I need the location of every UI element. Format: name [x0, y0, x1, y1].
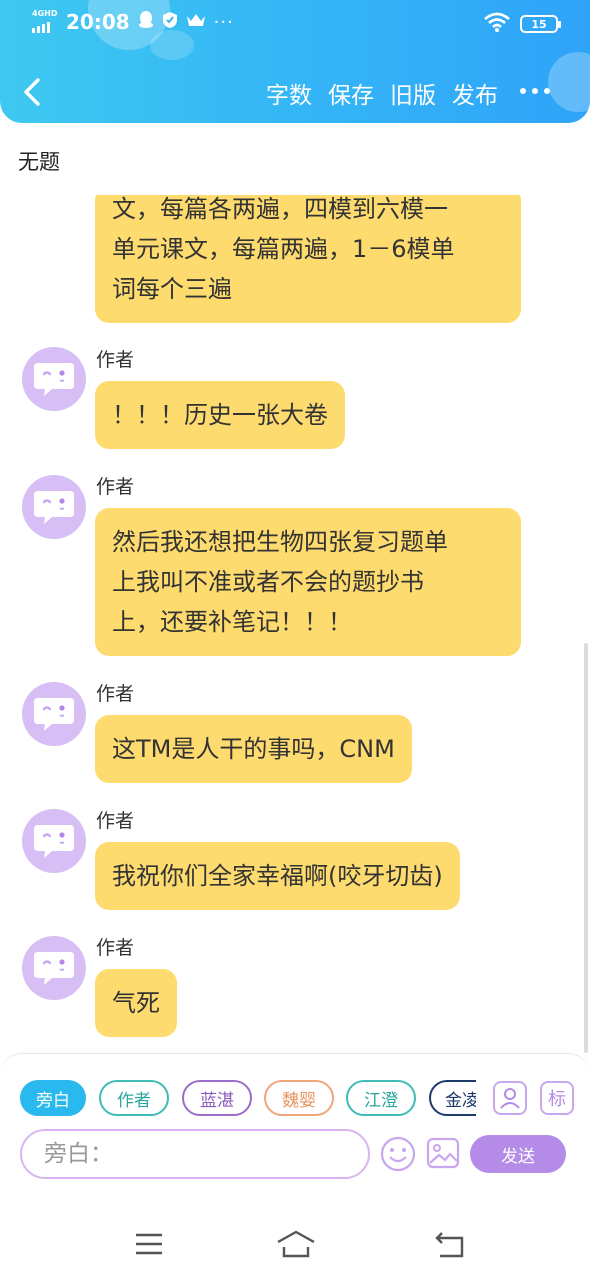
message-bubble[interactable]: 我祝你们全家幸福啊(咬牙切齿)	[95, 842, 460, 910]
save-button[interactable]: 保存	[328, 76, 374, 110]
send-button[interactable]: 发送	[470, 1135, 566, 1173]
author-avatar[interactable]	[22, 475, 86, 539]
character-selector: 旁白 作者 蓝湛 魏婴 江澄 金凌	[20, 1080, 476, 1120]
chat-face-icon	[34, 952, 74, 985]
signal-icon: 4GHD	[32, 9, 58, 33]
image-icon	[426, 1137, 460, 1169]
character-chip-jin-ling[interactable]: 金凌	[429, 1080, 476, 1116]
author-name: 作者	[96, 476, 135, 498]
more-notifications-icon: ···	[213, 11, 234, 33]
character-chip-narrator[interactable]: 旁白	[20, 1080, 86, 1116]
chat-face-icon	[34, 363, 74, 396]
chat-face-icon	[34, 491, 74, 524]
wifi-icon	[484, 12, 510, 36]
word-count-button[interactable]: 字数	[266, 76, 312, 110]
shield-icon	[162, 11, 178, 34]
editor-page: 4GHD 20:08 ··· 15 字数 保存 旧版 发布 无题 文，每篇各两遍…	[0, 0, 590, 1280]
status-time: 20:08	[66, 10, 130, 34]
author-avatar[interactable]	[22, 809, 86, 873]
author-avatar[interactable]	[22, 682, 86, 746]
qq-icon	[138, 10, 154, 34]
message-input-box[interactable]	[20, 1129, 370, 1179]
message-bubble[interactable]: 气死	[95, 969, 177, 1037]
composer-panel: 旁白 作者 蓝湛 魏婴 江澄 金凌 标 发送	[0, 1053, 590, 1213]
nav-bar: 字数 保存 旧版 发布	[0, 62, 590, 122]
smiley-icon	[380, 1136, 416, 1172]
character-chip-author[interactable]: 作者	[99, 1080, 169, 1116]
document-title[interactable]: 无题	[18, 146, 60, 176]
author-avatar[interactable]	[22, 936, 86, 1000]
emoji-button[interactable]	[380, 1136, 416, 1172]
message-bubble[interactable]: 这TM是人干的事吗，CNM	[95, 715, 412, 783]
character-manage-button[interactable]	[493, 1081, 527, 1115]
system-nav-bar	[0, 1213, 590, 1280]
scrollbar[interactable]	[584, 643, 588, 1053]
tag-button[interactable]: 标	[540, 1081, 574, 1115]
back-nav-icon[interactable]	[434, 1229, 466, 1263]
battery-icon: 15	[520, 15, 561, 33]
person-icon	[500, 1088, 520, 1109]
message-bubble[interactable]: 然后我还想把生物四张复习题单 上我叫不准或者不会的题抄书 上，还要补笔记！！！	[95, 508, 521, 656]
message-bubble[interactable]: 文，每篇各两遍，四模到六模一 单元课文，每篇两遍，1－6模单 词每个三遍	[95, 195, 521, 323]
character-chip-wei-ying[interactable]: 魏婴	[264, 1080, 334, 1116]
image-button[interactable]	[426, 1136, 460, 1170]
chat-face-icon	[34, 825, 74, 858]
more-options-button[interactable]	[520, 88, 550, 94]
author-name: 作者	[96, 937, 135, 959]
crown-icon	[186, 12, 206, 33]
menu-icon[interactable]	[134, 1231, 164, 1261]
character-chip-lan-zhan[interactable]: 蓝湛	[182, 1080, 252, 1116]
publish-button[interactable]: 发布	[452, 76, 498, 110]
message-input[interactable]	[44, 1139, 344, 1169]
chat-list[interactable]: 文，每篇各两遍，四模到六模一 单元课文，每篇两遍，1－6模单 词每个三遍 作者 …	[0, 195, 590, 1053]
app-header: 4GHD 20:08 ··· 15 字数 保存 旧版 发布	[0, 0, 590, 123]
status-bar: 4GHD 20:08 ··· 15	[0, 0, 590, 46]
old-version-button[interactable]: 旧版	[390, 76, 436, 110]
character-chip-jiang-cheng[interactable]: 江澄	[346, 1080, 416, 1116]
message-bubble[interactable]: ！！！历史一张大卷	[95, 381, 345, 449]
home-icon[interactable]	[276, 1229, 316, 1263]
author-name: 作者	[96, 683, 135, 705]
chat-face-icon	[34, 698, 74, 731]
author-name: 作者	[96, 349, 135, 371]
author-name: 作者	[96, 810, 135, 832]
back-button[interactable]	[18, 74, 48, 110]
author-avatar[interactable]	[22, 347, 86, 411]
chevron-left-icon	[24, 78, 40, 106]
